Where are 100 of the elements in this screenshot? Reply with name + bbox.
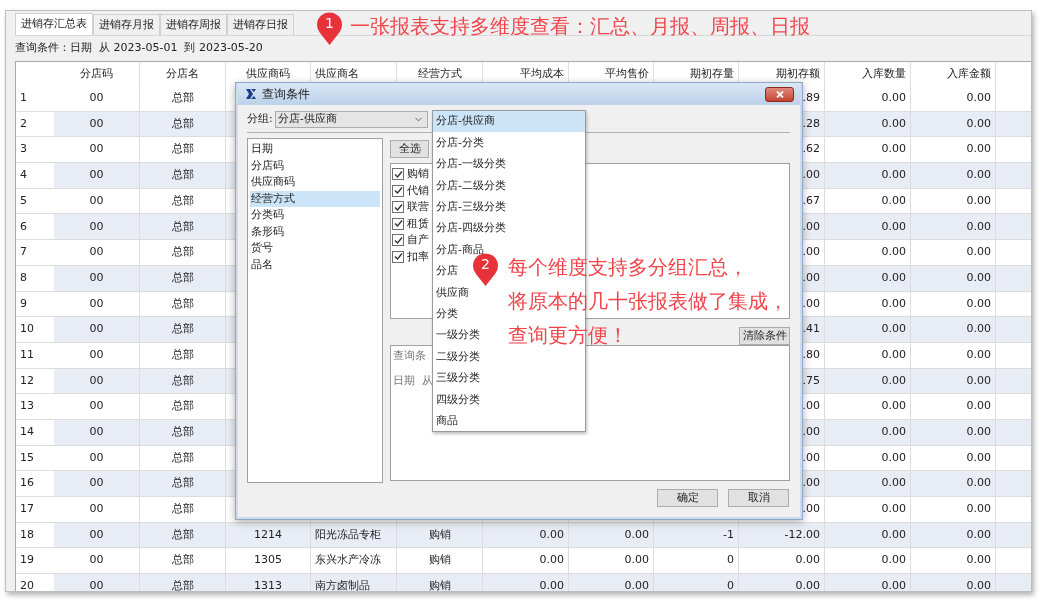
table-cell: 0.00 <box>881 501 906 518</box>
table-cell: 0 <box>727 552 734 569</box>
checkbox[interactable] <box>392 168 404 181</box>
table-cell: 0.00 <box>881 552 906 569</box>
table-cell: 0.00 <box>966 244 991 261</box>
dropdown-option[interactable]: 供应商 <box>433 282 469 304</box>
column-header[interactable]: 经营方式 <box>417 65 462 83</box>
close-button[interactable] <box>765 86 794 102</box>
checkbox[interactable] <box>392 184 404 197</box>
table-cell: 0.00 <box>966 321 991 338</box>
row-number: 20 <box>16 574 54 591</box>
column-header[interactable]: 平均成本 <box>520 65 564 83</box>
list-item[interactable]: 分店码 <box>250 157 380 174</box>
table-cell-text: 0.00 <box>881 346 906 363</box>
dropdown-option[interactable]: 三级分类 <box>433 367 480 390</box>
table-cell: 0.00 <box>881 398 906 415</box>
list-item[interactable]: 条形码 <box>250 223 380 240</box>
table-cell: 0.00 <box>881 475 906 492</box>
table-cell: 0.00 <box>795 578 820 591</box>
list-item[interactable]: 品名 <box>250 256 380 273</box>
table-cell: 00 <box>89 501 104 518</box>
dropdown-option[interactable]: 分店-分类 <box>433 132 484 154</box>
table-cell: 0.00 <box>795 552 820 569</box>
table-cell: 0.00 <box>966 90 991 107</box>
dropdown-option[interactable]: 分店-二级分类 <box>433 175 506 197</box>
checkbox[interactable] <box>392 217 404 230</box>
list-item[interactable]: 日期 <box>250 141 380 158</box>
tab[interactable]: 进销存月报 <box>93 14 160 35</box>
dropdown-option[interactable]: 分类 <box>433 303 458 325</box>
list-item[interactable]: 分类码 <box>250 207 380 224</box>
table-cell-text: 0.00 <box>881 218 906 235</box>
dropdown-option[interactable]: 分店-供应商 <box>433 111 585 133</box>
table-cell: 购销 <box>428 578 451 591</box>
tab[interactable]: 进销存汇总表 <box>15 13 93 35</box>
table-cell-text: .28 <box>802 115 820 132</box>
dropdown-option[interactable]: 四级分类 <box>433 389 480 411</box>
table-cell-text: -12.00 <box>784 526 820 543</box>
query-summary: 查询条件：日期 从 2023-05-01 到 2023-05-20 <box>15 39 263 56</box>
table-cell: 0.00 <box>881 167 906 184</box>
tab[interactable]: 进销存日报 <box>227 14 294 35</box>
column-header[interactable]: 入库金额 <box>947 65 991 83</box>
table-cell: 00 <box>89 424 104 441</box>
table-cell-text: 0.00 <box>966 295 991 312</box>
group-select[interactable]: 分店-供应商 <box>274 111 428 128</box>
column-header[interactable]: 期初存额 <box>776 65 820 83</box>
table-cell: 0.00 <box>881 141 906 158</box>
column-header[interactable]: 供应商名 <box>315 65 359 83</box>
select-all-button[interactable]: 全选 <box>390 140 429 158</box>
table-cell-text: 0.00 <box>881 449 906 466</box>
checkbox[interactable] <box>392 250 404 263</box>
table-cell-text: 0.00 <box>881 192 906 209</box>
tab[interactable]: 进销存周报 <box>160 14 227 35</box>
table-cell-text: 00 <box>89 115 104 132</box>
table-cell: 00 <box>89 552 104 569</box>
column-header[interactable]: 供应商码 <box>246 65 290 83</box>
checkbox[interactable] <box>392 234 404 247</box>
checkbox-label: 自产 <box>407 232 429 248</box>
table-cell: 0.00 <box>966 167 991 184</box>
column-header[interactable]: 入库数量 <box>862 65 906 83</box>
dropdown-option[interactable]: 分店-四级分类 <box>433 217 506 240</box>
dropdown-option[interactable]: 分店-三级分类 <box>433 196 506 218</box>
dropdown-option[interactable]: 分店-一级分类 <box>433 153 506 176</box>
checkbox[interactable] <box>392 201 404 214</box>
column-header[interactable]: 分店码 <box>80 65 113 83</box>
list-item[interactable]: 货号 <box>250 240 380 257</box>
clear-conditions-button[interactable]: 清除条件 <box>739 327 790 345</box>
ok-button[interactable]: 确定 <box>657 489 718 507</box>
table-cell-text: 总部 <box>171 346 194 363</box>
row-number: 4 <box>16 163 54 188</box>
table-cell-text: 0.00 <box>966 218 991 235</box>
row-number: 6 <box>16 214 54 240</box>
table-cell: 0.00 <box>539 552 564 569</box>
table-cell: 00 <box>89 398 104 415</box>
condition-text: 查询条 <box>393 348 426 364</box>
row-number: 2 <box>16 111 54 137</box>
table-cell-text: 00 <box>89 372 104 389</box>
dropdown-option[interactable]: 一级分类 <box>433 324 480 347</box>
list-item[interactable]: 供应商码 <box>250 174 380 191</box>
table-cell: .62 <box>802 141 820 158</box>
table-cell: 总部 <box>171 424 194 441</box>
row-number: 14 <box>16 419 54 445</box>
list-item[interactable]: 经营方式 <box>250 190 380 207</box>
table-cell-text: 0.00 <box>966 115 991 132</box>
column-header[interactable]: 分店名 <box>166 65 199 83</box>
table-cell: .00 <box>802 398 820 415</box>
table-cell: 1313 <box>254 578 282 591</box>
table-cell-text: 0.00 <box>881 269 906 286</box>
table-cell-text: 总部 <box>171 192 194 209</box>
table-cell: .00 <box>802 501 820 518</box>
table-cell-text: 0.00 <box>966 372 991 389</box>
cancel-button[interactable]: 取消 <box>728 489 789 507</box>
column-header[interactable]: 期初存量 <box>690 65 734 83</box>
table-cell-text: 00 <box>89 269 104 286</box>
column-header[interactable]: 平均售价 <box>605 65 649 83</box>
table-cell: .00 <box>802 424 820 441</box>
table-cell-text: .00 <box>802 449 820 466</box>
checkbox-label: 代销 <box>407 182 429 199</box>
dropdown-option[interactable]: 分店 <box>433 260 458 283</box>
dropdown-option[interactable]: 二级分类 <box>433 346 480 368</box>
dropdown-option[interactable]: 商品 <box>433 410 458 432</box>
